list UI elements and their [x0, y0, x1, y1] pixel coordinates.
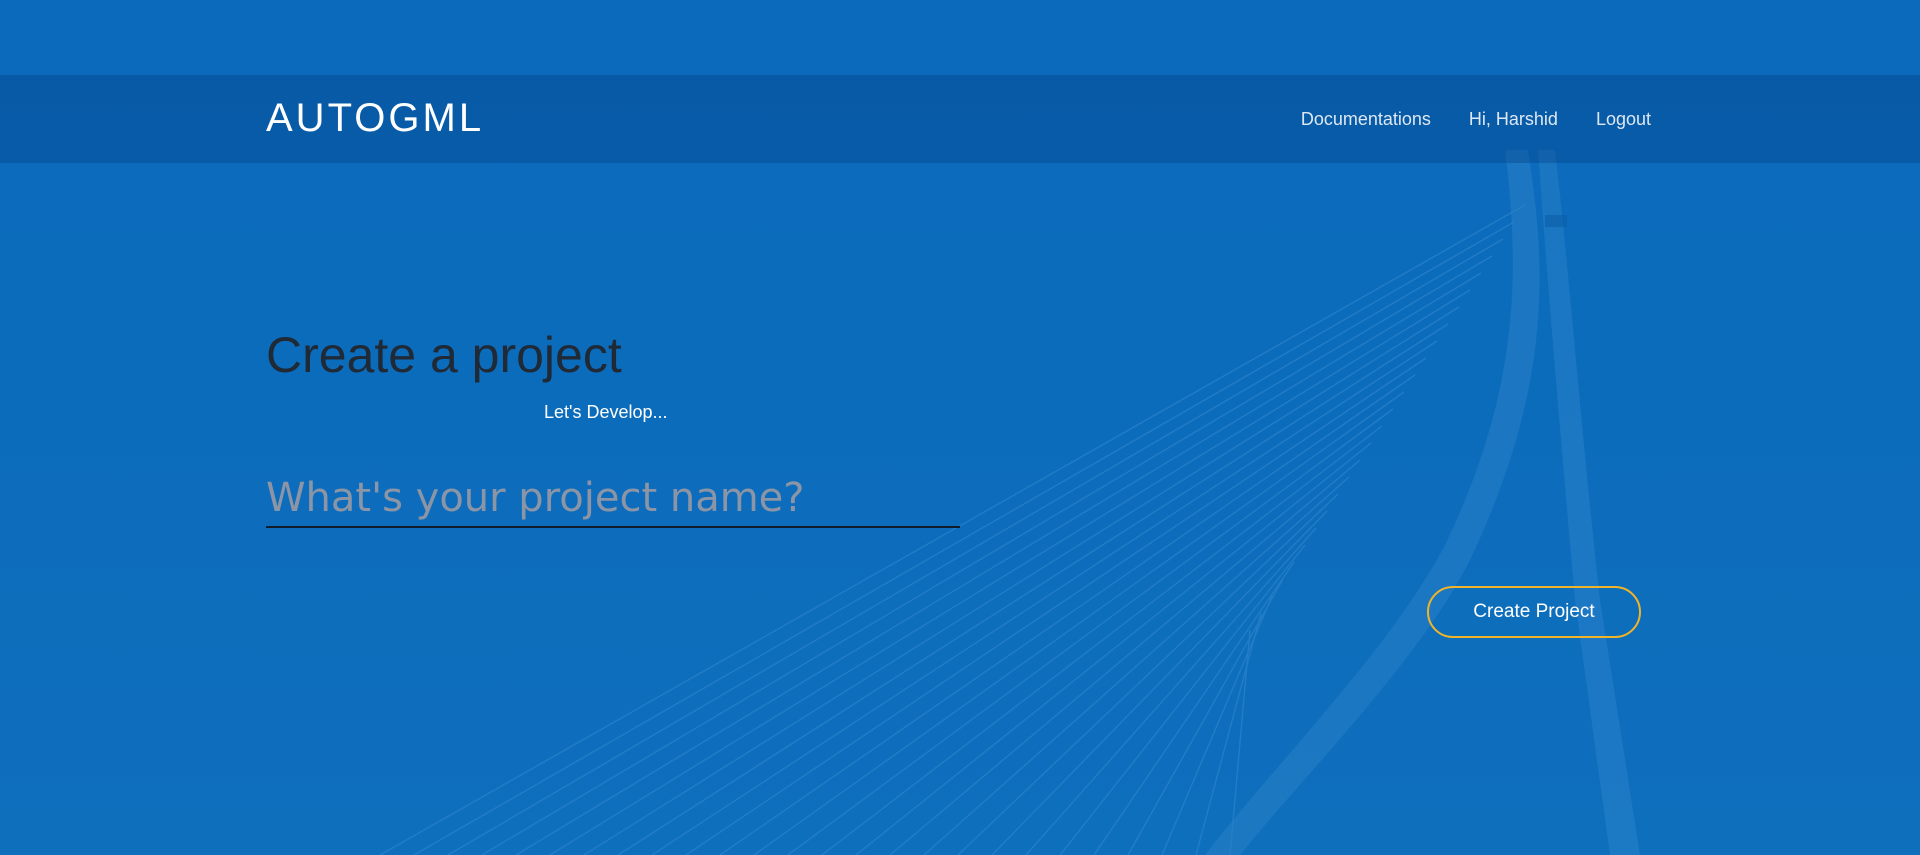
bridge-cable — [1059, 544, 1306, 855]
bridge-cable — [957, 493, 1339, 855]
bridge-cable — [1229, 629, 1251, 855]
create-project-button[interactable]: Create Project — [1427, 586, 1641, 638]
bridge-cable — [413, 221, 1515, 855]
bridge-cable — [923, 476, 1350, 855]
bridge-cable — [1127, 578, 1284, 855]
bridge-cable — [379, 204, 1526, 855]
bridge-cable — [991, 510, 1328, 855]
bridge-cable — [549, 289, 1471, 855]
bridge-cable — [889, 459, 1361, 855]
bridge-cable — [1195, 612, 1262, 855]
bridge-cable — [1161, 595, 1273, 855]
bridge-cable — [515, 272, 1482, 855]
bridge-cable — [481, 255, 1493, 855]
bridge-cable — [719, 374, 1416, 855]
page-title: Create a project — [266, 327, 622, 383]
nav-link-documentations[interactable]: Documentations — [1301, 108, 1431, 130]
bridge-cable — [617, 323, 1449, 855]
page-subtitle: Let's Develop... — [544, 402, 668, 422]
bridge-cable — [1093, 561, 1295, 855]
bridge-cable — [1025, 527, 1317, 855]
bridge-cable — [583, 306, 1460, 855]
bridge-cable — [753, 391, 1405, 855]
nav-link-logout[interactable]: Logout — [1596, 108, 1651, 130]
brand-logo[interactable]: AUTOGML — [266, 98, 484, 138]
nav-links: Documentations Hi, Harshid Logout — [1301, 108, 1651, 130]
bridge-cable — [685, 357, 1427, 855]
nav-link-user-greeting[interactable]: Hi, Harshid — [1469, 108, 1558, 130]
project-name-input[interactable] — [266, 470, 960, 528]
bridge-cable — [651, 340, 1438, 855]
